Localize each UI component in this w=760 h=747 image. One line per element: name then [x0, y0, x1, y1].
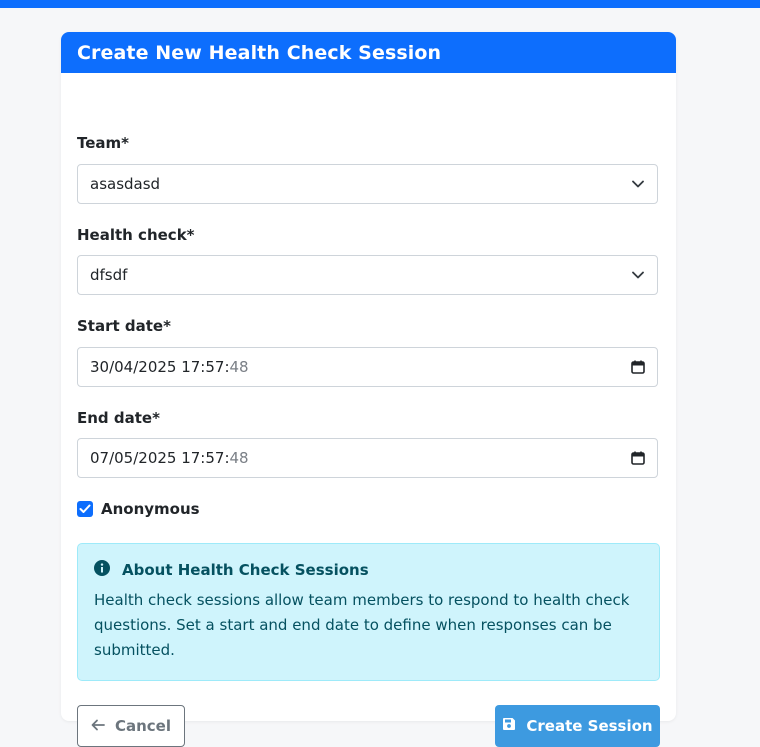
anonymous-checkbox[interactable]	[77, 501, 93, 517]
info-circle-icon	[94, 560, 110, 580]
anonymous-row: Anonymous	[77, 500, 200, 518]
calendar-icon[interactable]	[631, 360, 645, 374]
end-date-seconds: 48	[229, 449, 249, 467]
info-alert-title-row: About Health Check Sessions	[94, 560, 643, 580]
start-date-label: Start date*	[77, 317, 171, 335]
start-date-main: 30/04/2025 17:57:	[90, 358, 230, 376]
page-title: Create New Health Check Session	[77, 41, 442, 64]
team-label: Team*	[77, 134, 130, 152]
start-date-seconds: 48	[229, 358, 249, 376]
anonymous-label[interactable]: Anonymous	[101, 500, 200, 518]
create-session-button[interactable]: Create Session	[495, 705, 660, 747]
end-date-value: 07/05/2025 17:57:48	[90, 449, 631, 467]
info-alert-text: Health check sessions allow team members…	[94, 591, 630, 659]
start-date-input[interactable]: 30/04/2025 17:57:48	[77, 347, 658, 387]
info-alert-title: About Health Check Sessions	[122, 561, 369, 579]
info-alert: About Health Check Sessions Health check…	[77, 543, 660, 681]
health-check-select[interactable]: dfsdf	[77, 255, 658, 295]
team-select[interactable]: asasdasd	[77, 164, 658, 204]
team-select-value: asasdasd	[90, 175, 161, 193]
health-check-select-value: dfsdf	[90, 266, 128, 284]
cancel-button-label: Cancel	[114, 717, 171, 735]
check-icon	[79, 504, 91, 513]
end-date-input[interactable]: 07/05/2025 17:57:48	[77, 438, 658, 478]
calendar-icon[interactable]	[631, 451, 645, 465]
arrow-left-icon	[91, 717, 105, 735]
end-date-label: End date*	[77, 409, 160, 427]
end-date-main: 07/05/2025 17:57:	[90, 449, 230, 467]
chevron-down-icon	[631, 268, 645, 282]
create-session-card: Create New Health Check Session Team* as…	[61, 32, 676, 747]
create-session-button-label: Create Session	[526, 717, 653, 735]
start-date-value: 30/04/2025 17:57:48	[90, 358, 631, 376]
health-check-label: Health check*	[77, 226, 195, 244]
save-icon	[502, 717, 516, 735]
card-header: Create New Health Check Session	[61, 32, 676, 73]
chevron-down-icon	[631, 177, 645, 191]
top-accent-bar	[0, 0, 760, 8]
cancel-button[interactable]: Cancel	[77, 705, 185, 747]
